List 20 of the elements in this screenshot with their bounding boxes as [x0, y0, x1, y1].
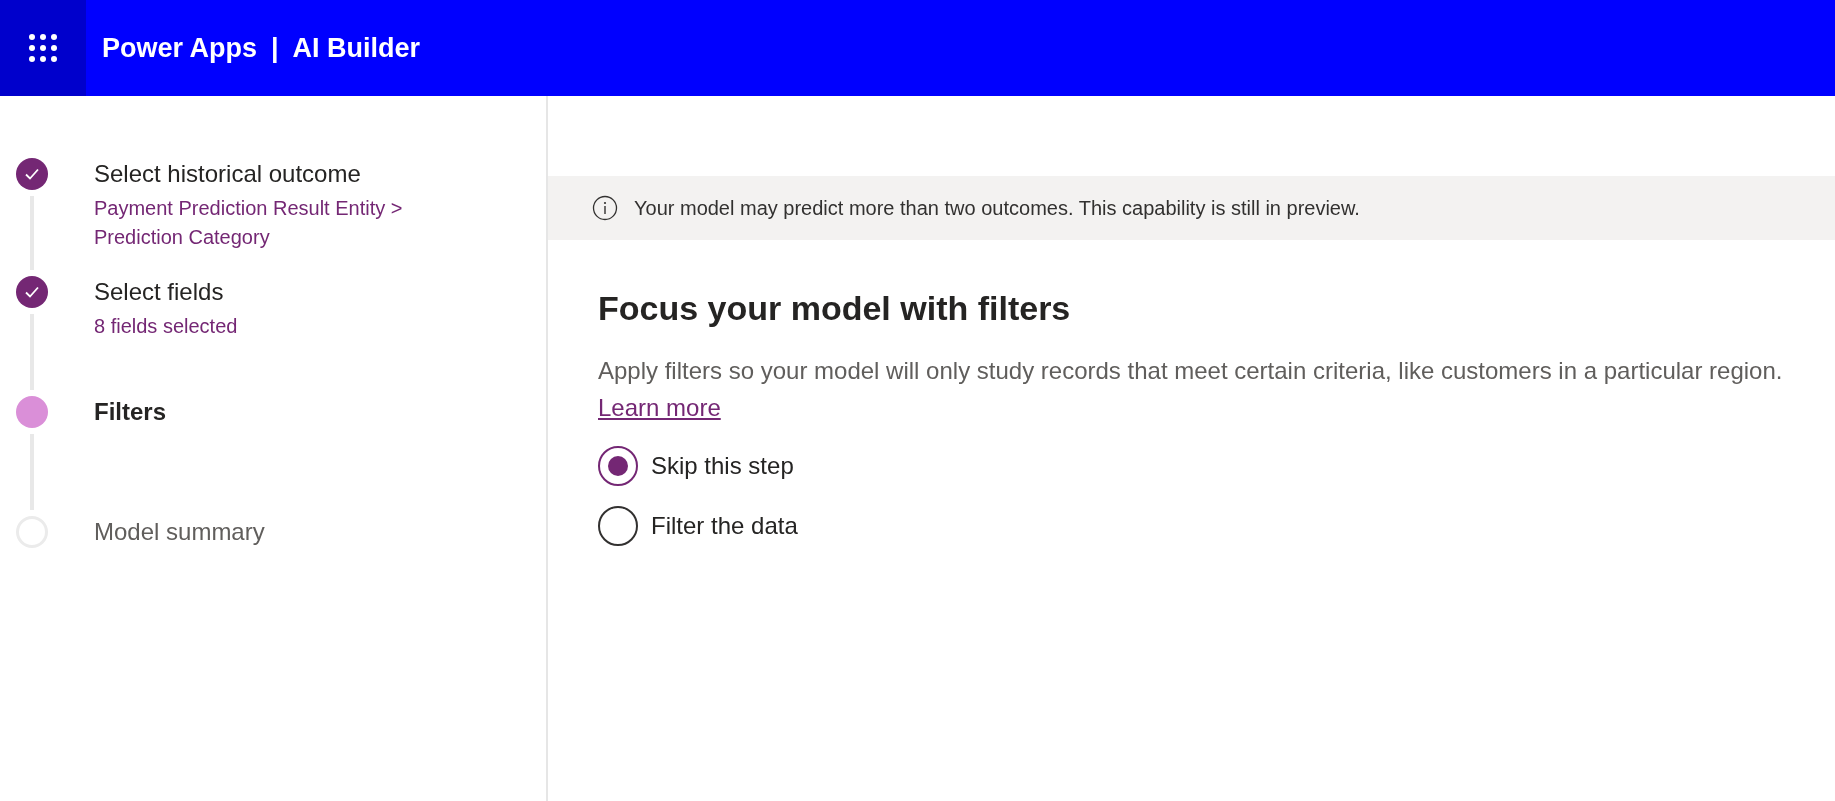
app-title: Power Apps — [102, 32, 258, 64]
radio-icon[interactable] — [598, 506, 638, 546]
step-label[interactable]: Select historical outcome — [94, 158, 546, 190]
radio-option[interactable]: Filter the data — [598, 506, 1835, 546]
banner-text: Your model may predict more than two outcomes. This capability is still in preview. — [634, 196, 1360, 220]
step-summary: Payment Prediction Result Entity > Prediction Category — [94, 196, 404, 250]
section-description: Apply filters so your model will only study records that meet certain criteria, like customers in a particular region. Learn more — [598, 356, 1784, 423]
title-separator: | — [271, 32, 279, 64]
step-label[interactable]: Filters — [94, 396, 546, 428]
product-title: AI Builder — [292, 32, 421, 64]
step-label[interactable]: Model summary — [94, 516, 546, 548]
step-label[interactable]: Select fields — [94, 276, 546, 308]
radio-icon[interactable] — [598, 446, 638, 486]
section-heading: Focus your model with filters — [598, 288, 1072, 329]
app-launcher-icon — [28, 33, 58, 63]
learn-more-link[interactable]: Learn more — [598, 394, 721, 421]
step-summary: 8 fields selected — [94, 314, 239, 339]
app-launcher-button[interactable] — [0, 0, 86, 96]
info-icon — [592, 195, 618, 221]
radio-option[interactable]: Skip this step — [598, 446, 1835, 486]
